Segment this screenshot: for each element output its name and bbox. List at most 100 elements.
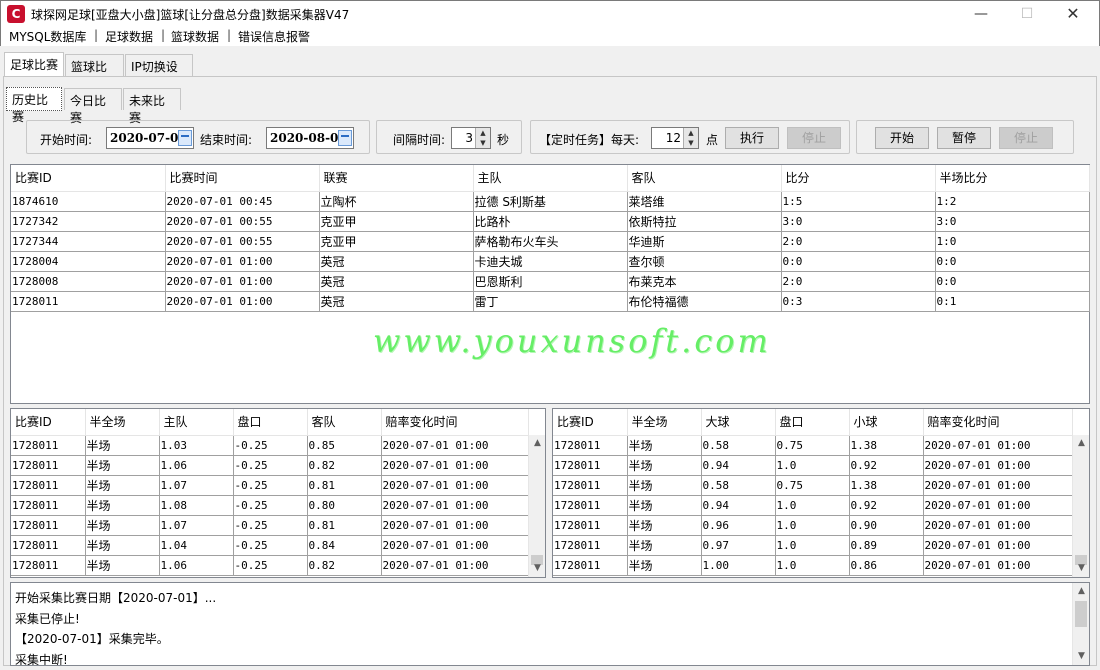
scroll-up-arrow-icon[interactable]: ▲ <box>1073 435 1090 452</box>
spin-arrows-icon[interactable]: ▲ ▼ <box>683 128 698 148</box>
calendar-icon[interactable] <box>178 130 192 146</box>
pause-button[interactable]: 暂停 <box>937 127 991 149</box>
maximize-button[interactable]: ☐ <box>1004 1 1050 27</box>
close-button[interactable]: ✕ <box>1050 1 1096 27</box>
tab-today[interactable]: 今日比赛 <box>64 88 122 125</box>
start-date-picker[interactable]: 2020-07-01 <box>106 127 194 149</box>
column-header[interactable]: 比赛ID <box>11 409 86 436</box>
table-cell: 2020-07-01 01:00 <box>923 455 1073 476</box>
table-row[interactable]: 1728011 半场 0.94 1.0 0.92 2020-07-01 01:00 <box>553 455 1073 476</box>
stop-button[interactable]: 停止 <box>999 127 1053 149</box>
table-cell: 1.0 <box>775 535 850 556</box>
table-cell: 1:0 <box>935 231 1090 252</box>
menu-mysql[interactable]: MYSQL数据库 <box>9 28 86 45</box>
table-row[interactable]: 1728011 半场 0.58 0.75 1.38 2020-07-01 01:00 <box>553 435 1073 456</box>
table-cell: 半场 <box>627 435 702 456</box>
tab-football[interactable]: 足球比赛 <box>4 52 64 76</box>
tab-future[interactable]: 未来比赛 <box>123 88 181 125</box>
column-header[interactable]: 小球 <box>849 409 924 436</box>
menu-basketball-data[interactable]: 篮球数据 <box>171 28 219 45</box>
timer-hour-stepper[interactable]: 12 ▲ ▼ <box>651 127 699 149</box>
tab-ip-switch[interactable]: IP切换设置 <box>125 54 193 91</box>
scroll-down-arrow-icon[interactable]: ▼ <box>1073 648 1089 665</box>
table-row[interactable]: 1728011 半场 0.97 1.0 0.89 2020-07-01 01:00 <box>553 535 1073 556</box>
column-header[interactable]: 比赛ID <box>553 409 628 436</box>
table-cell: -0.25 <box>233 435 308 456</box>
column-header[interactable]: 比分 <box>781 165 936 192</box>
column-header[interactable]: 盘口 <box>233 409 308 436</box>
menu-error-alert[interactable]: 错误信息报警 <box>238 28 310 45</box>
scroll-thumb[interactable] <box>1075 601 1087 627</box>
end-date-picker[interactable]: 2020-08-01 <box>266 127 354 149</box>
interval-stepper[interactable]: 3 ▲ ▼ <box>451 127 491 149</box>
scroll-up-arrow-icon[interactable]: ▲ <box>529 435 546 452</box>
column-header[interactable]: 主队 <box>473 165 628 192</box>
column-header[interactable]: 半场比分 <box>935 165 1090 192</box>
column-header[interactable]: 主队 <box>159 409 234 436</box>
table-cell: 1.38 <box>849 475 924 496</box>
vertical-scrollbar[interactable]: ▲ ▼ <box>1072 583 1089 665</box>
table-row[interactable]: 1728011 半场 1.08 -0.25 0.80 2020-07-01 01:00 <box>11 495 529 516</box>
table-row[interactable]: 1728011 2020-07-01 01:00 英冠 雷丁 布伦特福德 0:3 0:1 <box>11 291 1090 312</box>
column-header[interactable]: 赔率变化时间 <box>923 409 1073 436</box>
column-header[interactable]: 大球 <box>701 409 776 436</box>
table-row[interactable]: 1727344 2020-07-01 00:55 克亚甲 萨格勒布火车头 华迪斯 2:0 1… <box>11 231 1090 252</box>
tab-basketball[interactable]: 篮球比赛 <box>65 54 124 91</box>
table-cell: 3:0 <box>935 211 1090 232</box>
table-cell: 1728011 <box>11 515 86 536</box>
start-button[interactable]: 开始 <box>875 127 929 149</box>
table-cell: 0.82 <box>307 555 382 576</box>
table-row[interactable]: 1727342 2020-07-01 00:55 克亚甲 比路朴 依斯特拉 3:0 3:0 <box>11 211 1090 232</box>
minimize-button[interactable]: — <box>958 1 1004 27</box>
table-cell: 布莱克本 <box>627 271 782 292</box>
timer-label: 【定时任务】每天: <box>539 133 640 147</box>
table-row[interactable]: 1728011 半场 0.94 1.0 0.92 2020-07-01 01:00 <box>553 495 1073 516</box>
calendar-icon[interactable] <box>338 130 352 146</box>
scroll-up-arrow-icon[interactable]: ▲ <box>1073 583 1089 600</box>
table-cell: 半场 <box>85 535 160 556</box>
table-cell: 0.90 <box>849 515 924 536</box>
column-header[interactable]: 客队 <box>307 409 382 436</box>
table-row[interactable]: 1728011 半场 1.00 1.0 0.86 2020-07-01 01:00 <box>553 555 1073 576</box>
table-cell: 1728011 <box>11 435 86 456</box>
column-header[interactable]: 赔率变化时间 <box>381 409 529 436</box>
column-header[interactable]: 盘口 <box>775 409 850 436</box>
table-row[interactable]: 1728008 2020-07-01 01:00 英冠 巴恩斯利 布莱克本 2:0 0:0 <box>11 271 1090 292</box>
table-cell: 2:0 <box>781 231 936 252</box>
column-header[interactable]: 半全场 <box>627 409 702 436</box>
menu-football-data[interactable]: 足球数据 <box>105 28 153 45</box>
table-row[interactable]: 1728011 半场 1.04 -0.25 0.84 2020-07-01 01:00 <box>11 535 529 556</box>
table-row[interactable]: 1874610 2020-07-01 00:45 立陶杯 拉德 S利斯基 莱塔维 1:5 1… <box>11 191 1090 212</box>
table-cell: 1728011 <box>11 535 86 556</box>
scroll-down-arrow-icon[interactable]: ▼ <box>529 560 546 577</box>
column-header[interactable]: 半全场 <box>85 409 160 436</box>
table-cell: 0:0 <box>935 251 1090 272</box>
table-row[interactable]: 1728011 半场 1.06 -0.25 0.82 2020-07-01 01:00 <box>11 455 529 476</box>
table-row[interactable]: 1728011 半场 1.03 -0.25 0.85 2020-07-01 01:00 <box>11 435 529 456</box>
table-row[interactable]: 1728004 2020-07-01 01:00 英冠 卡迪夫城 查尔顿 0:0 0:0 <box>11 251 1090 272</box>
table-row[interactable]: 1728011 半场 0.58 0.75 1.38 2020-07-01 01:00 <box>553 475 1073 496</box>
vertical-scrollbar[interactable]: ▲ ▼ <box>528 435 545 577</box>
execute-button[interactable]: 执行 <box>725 127 779 149</box>
vertical-scrollbar[interactable]: ▲ ▼ <box>1072 435 1089 577</box>
table-cell: 2020-07-01 01:00 <box>381 555 529 576</box>
watermark-text: www.youxunsoft.com <box>373 322 771 360</box>
column-header[interactable]: 联赛 <box>319 165 474 192</box>
timer-hour-value: 12 <box>665 131 681 145</box>
log-output[interactable]: 开始采集比赛日期【2020-07-01】... 采集已停止! 【2020-07-… <box>10 582 1090 666</box>
table-row[interactable]: 1728011 半场 1.06 -0.25 0.82 2020-07-01 01:00 <box>11 555 529 576</box>
column-header[interactable]: 客队 <box>627 165 782 192</box>
table-row[interactable]: 1728011 半场 1.07 -0.25 0.81 2020-07-01 01:00 <box>11 515 529 536</box>
stop-timer-button[interactable]: 停止 <box>787 127 841 149</box>
table-cell: 2020-07-01 01:00 <box>923 535 1073 556</box>
table-cell: 1728011 <box>11 291 166 312</box>
column-header[interactable]: 比赛时间 <box>165 165 320 192</box>
table-cell: 2:0 <box>781 271 936 292</box>
tab-history[interactable]: 历史比赛 <box>6 87 62 124</box>
menu-separator: | <box>94 28 99 42</box>
scroll-down-arrow-icon[interactable]: ▼ <box>1073 560 1090 577</box>
spin-arrows-icon[interactable]: ▲ ▼ <box>475 128 490 148</box>
table-row[interactable]: 1728011 半场 1.07 -0.25 0.81 2020-07-01 01:00 <box>11 475 529 496</box>
table-row[interactable]: 1728011 半场 0.96 1.0 0.90 2020-07-01 01:00 <box>553 515 1073 536</box>
column-header[interactable]: 比赛ID <box>11 165 166 192</box>
